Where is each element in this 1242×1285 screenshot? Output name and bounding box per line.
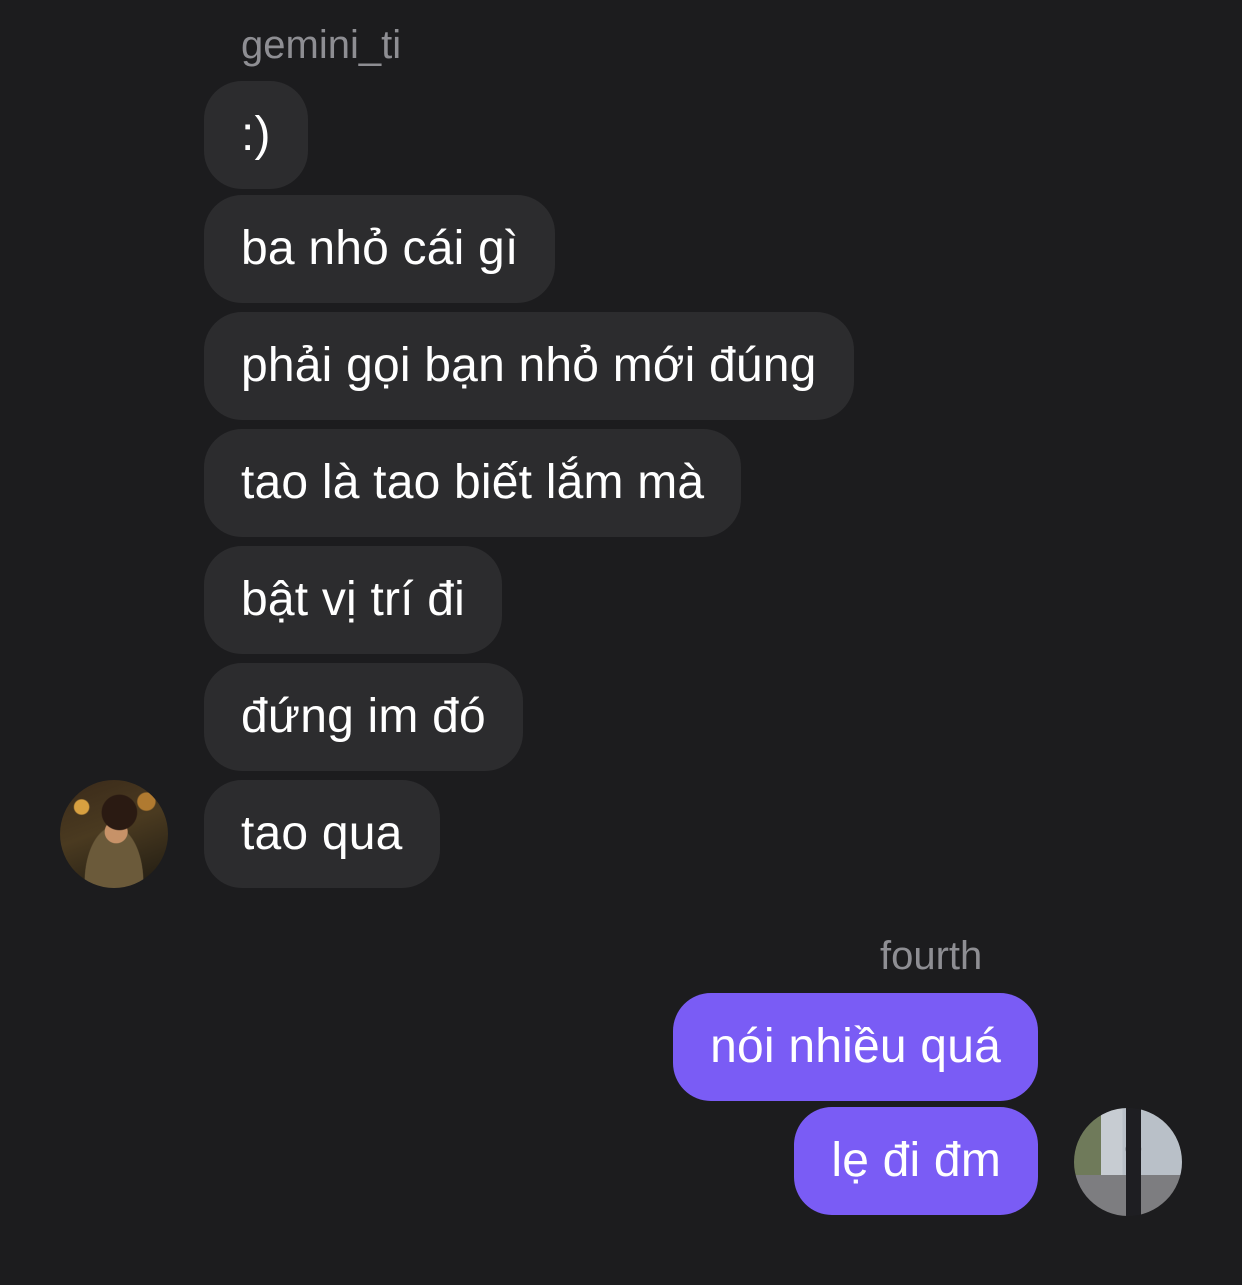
sender-name-fourth: fourth: [880, 934, 983, 978]
message-text: lẹ đi đm: [831, 1134, 1001, 1187]
message-bubble-incoming[interactable]: tao là tao biết lắm mà: [204, 429, 742, 537]
message-bubble-incoming[interactable]: tao qua: [204, 780, 440, 888]
message-text: :): [241, 108, 271, 161]
message-bubble-incoming[interactable]: :): [204, 81, 308, 189]
avatar-gemini[interactable]: [60, 780, 168, 888]
message-text: nói nhiều quá: [710, 1020, 1001, 1073]
message-text: tao là tao biết lắm mà: [241, 456, 705, 509]
message-bubble-incoming[interactable]: đứng im đó: [204, 663, 523, 771]
message-bubble-incoming[interactable]: ba nhỏ cái gì: [204, 195, 556, 303]
message-bubble-incoming[interactable]: phải gọi bạn nhỏ mới đúng: [204, 312, 854, 420]
message-bubble-outgoing[interactable]: nói nhiều quá: [673, 993, 1038, 1101]
message-text: đứng im đó: [241, 690, 486, 743]
message-text: tao qua: [241, 807, 403, 860]
message-bubble-incoming[interactable]: bật vị trí đi: [204, 546, 503, 654]
message-bubble-outgoing[interactable]: lẹ đi đm: [794, 1107, 1038, 1215]
message-text: bật vị trí đi: [241, 573, 466, 626]
message-text: ba nhỏ cái gì: [241, 222, 519, 275]
avatar-fourth[interactable]: [1074, 1108, 1182, 1216]
message-text: phải gọi bạn nhỏ mới đúng: [241, 339, 817, 392]
sender-name-gemini: gemini_ti: [241, 23, 402, 67]
